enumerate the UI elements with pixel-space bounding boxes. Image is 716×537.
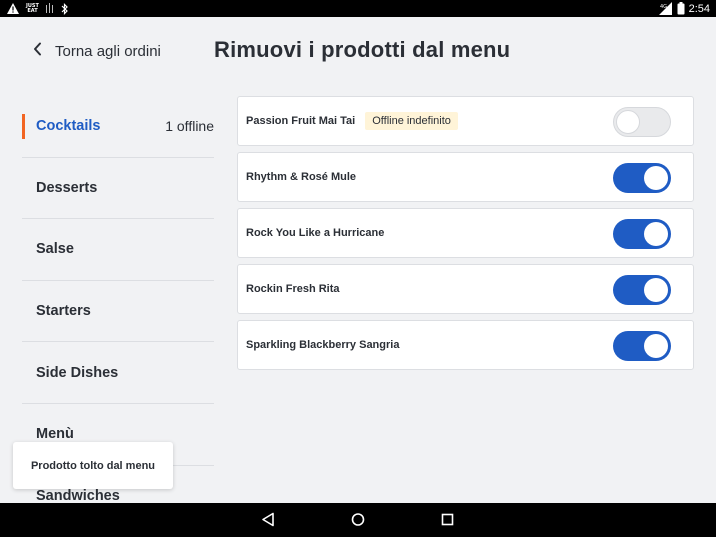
availability-toggle[interactable] [613, 275, 671, 305]
availability-toggle[interactable] [613, 163, 671, 193]
availability-toggle[interactable] [613, 107, 671, 137]
status-bar: JUST EAT 4G 2:54 [0, 0, 716, 17]
just-eat-icon: JUST EAT [26, 3, 39, 14]
product-name: Sparkling Blackberry Sangria [246, 339, 400, 351]
toggle-knob [644, 278, 668, 302]
sidebar-item-desserts[interactable]: Desserts [22, 158, 214, 220]
toggle-knob [644, 166, 668, 190]
warning-icon [7, 3, 19, 14]
sidebar-item-label: Side Dishes [36, 364, 119, 381]
offline-badge: Offline indefinito [365, 112, 458, 130]
sidebar-item-label: Desserts [36, 179, 98, 196]
sidebar-item-salse[interactable]: Salse [22, 219, 214, 281]
product-name: Passion Fruit Mai Tai [246, 115, 356, 127]
toast-notification: Prodotto tolto dal menu [13, 442, 173, 489]
back-label: Torna agli ordini [55, 43, 161, 60]
offline-count: 1 offline [165, 118, 214, 135]
clock: 2:54 [688, 2, 710, 15]
carrier-bottom-text: EAT [27, 7, 38, 14]
product-row: Rhythm & Rosé Mule [237, 152, 694, 202]
availability-toggle[interactable] [613, 331, 671, 361]
network-text: 4G [660, 4, 667, 10]
sidebar-item-label: Starters [36, 303, 91, 320]
toggle-knob [644, 334, 668, 358]
sidebar-item-label: Cocktails [36, 118, 101, 135]
back-triangle-icon[interactable] [261, 512, 275, 532]
sidebar-item-cocktails[interactable]: Cocktails 1 offline [22, 96, 214, 158]
product-row: Passion Fruit Mai Tai Offline indefinito [237, 96, 694, 146]
bluetooth-icon [61, 2, 69, 15]
sidebar-item-label: Sandwiches [36, 488, 120, 505]
back-to-orders-link[interactable]: Torna agli ordini [33, 42, 161, 61]
product-name: Rock You Like a Hurricane [246, 227, 385, 239]
product-row: Rockin Fresh Rita [237, 264, 694, 314]
availability-toggle[interactable] [613, 219, 671, 249]
signal-bars-icon [45, 3, 54, 14]
sidebar-item-starters[interactable]: Starters [22, 281, 214, 343]
product-name: Rockin Fresh Rita [246, 283, 340, 295]
product-list: Passion Fruit Mai Tai Offline indefinito… [237, 96, 694, 376]
product-row: Sparkling Blackberry Sangria [237, 320, 694, 370]
page-title: Rimuovi i prodotti dal menu [214, 37, 511, 62]
toggle-knob [644, 222, 668, 246]
sidebar-item-label: Salse [36, 241, 74, 258]
sidebar-item-label: Menù [36, 426, 74, 443]
home-circle-icon[interactable] [351, 512, 365, 532]
sidebar-item-side-dishes[interactable]: Side Dishes [22, 342, 214, 404]
battery-icon [677, 2, 685, 15]
product-row: Rock You Like a Hurricane [237, 208, 694, 258]
recents-square-icon[interactable] [441, 512, 454, 532]
product-name: Rhythm & Rosé Mule [246, 171, 357, 183]
system-nav-bar [0, 503, 716, 537]
toggle-knob [616, 110, 640, 134]
lte-icon: 4G [658, 2, 673, 15]
chevron-left-icon [33, 42, 42, 61]
